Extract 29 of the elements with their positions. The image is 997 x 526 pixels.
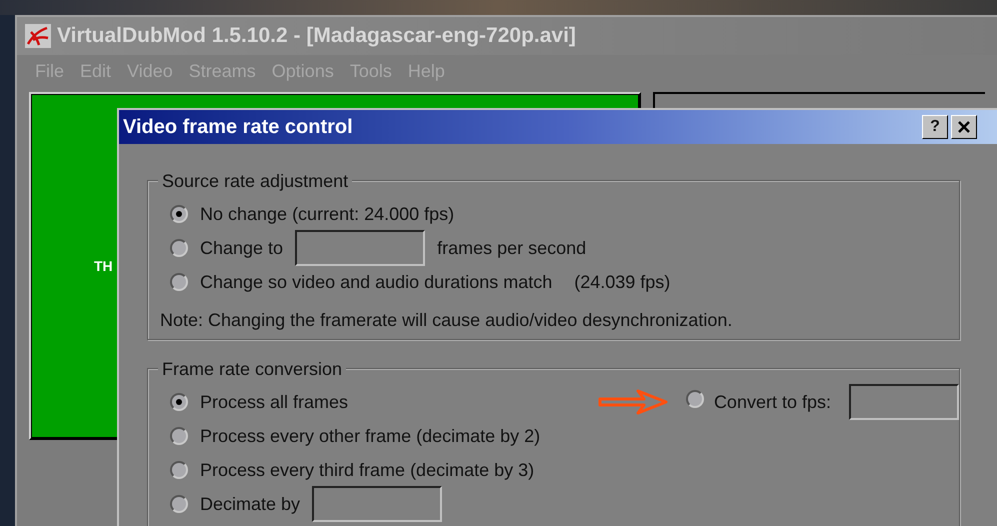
option-label: Process all frames bbox=[200, 390, 348, 414]
radio-button[interactable] bbox=[170, 205, 188, 223]
close-button[interactable] bbox=[951, 115, 977, 139]
note-text: Note: Changing the framerate will cause audio/video desynchronization. bbox=[160, 309, 734, 332]
radio-button[interactable] bbox=[170, 427, 188, 445]
option-label: Convert to fps: bbox=[714, 390, 831, 414]
app-logo-icon bbox=[25, 24, 51, 48]
window-title: VirtualDubMod 1.5.10.2 - [Madagascar-eng-720p.avi] bbox=[57, 23, 576, 50]
radio-button[interactable] bbox=[170, 461, 188, 479]
option-label: Process every other frame (decimate by 2) bbox=[200, 424, 540, 448]
radio-button[interactable] bbox=[170, 239, 188, 257]
radio-button[interactable] bbox=[170, 495, 188, 513]
input-field[interactable] bbox=[295, 230, 426, 266]
option-label: No change (current: 24.000 fps) bbox=[200, 202, 454, 226]
dialog-title: Video frame rate control bbox=[123, 115, 354, 140]
option-label: Change so video and audio durations match bbox=[200, 270, 552, 294]
option-label: Change to bbox=[200, 236, 284, 260]
radio-button[interactable] bbox=[170, 273, 188, 291]
option-label: Process every third frame (decimate by 3) bbox=[200, 458, 534, 482]
input-field[interactable] bbox=[312, 486, 442, 522]
radio-button[interactable] bbox=[170, 393, 188, 411]
input-field[interactable] bbox=[849, 384, 959, 420]
close-icon bbox=[958, 121, 970, 133]
unit-label: frames per second bbox=[437, 236, 586, 260]
option-label: Decimate by bbox=[200, 492, 300, 516]
video-caption: TH bbox=[94, 256, 113, 276]
radio-button[interactable] bbox=[686, 390, 704, 408]
rate-reading: (24.039 fps) bbox=[574, 270, 670, 294]
help-button[interactable]: ? bbox=[922, 115, 948, 139]
